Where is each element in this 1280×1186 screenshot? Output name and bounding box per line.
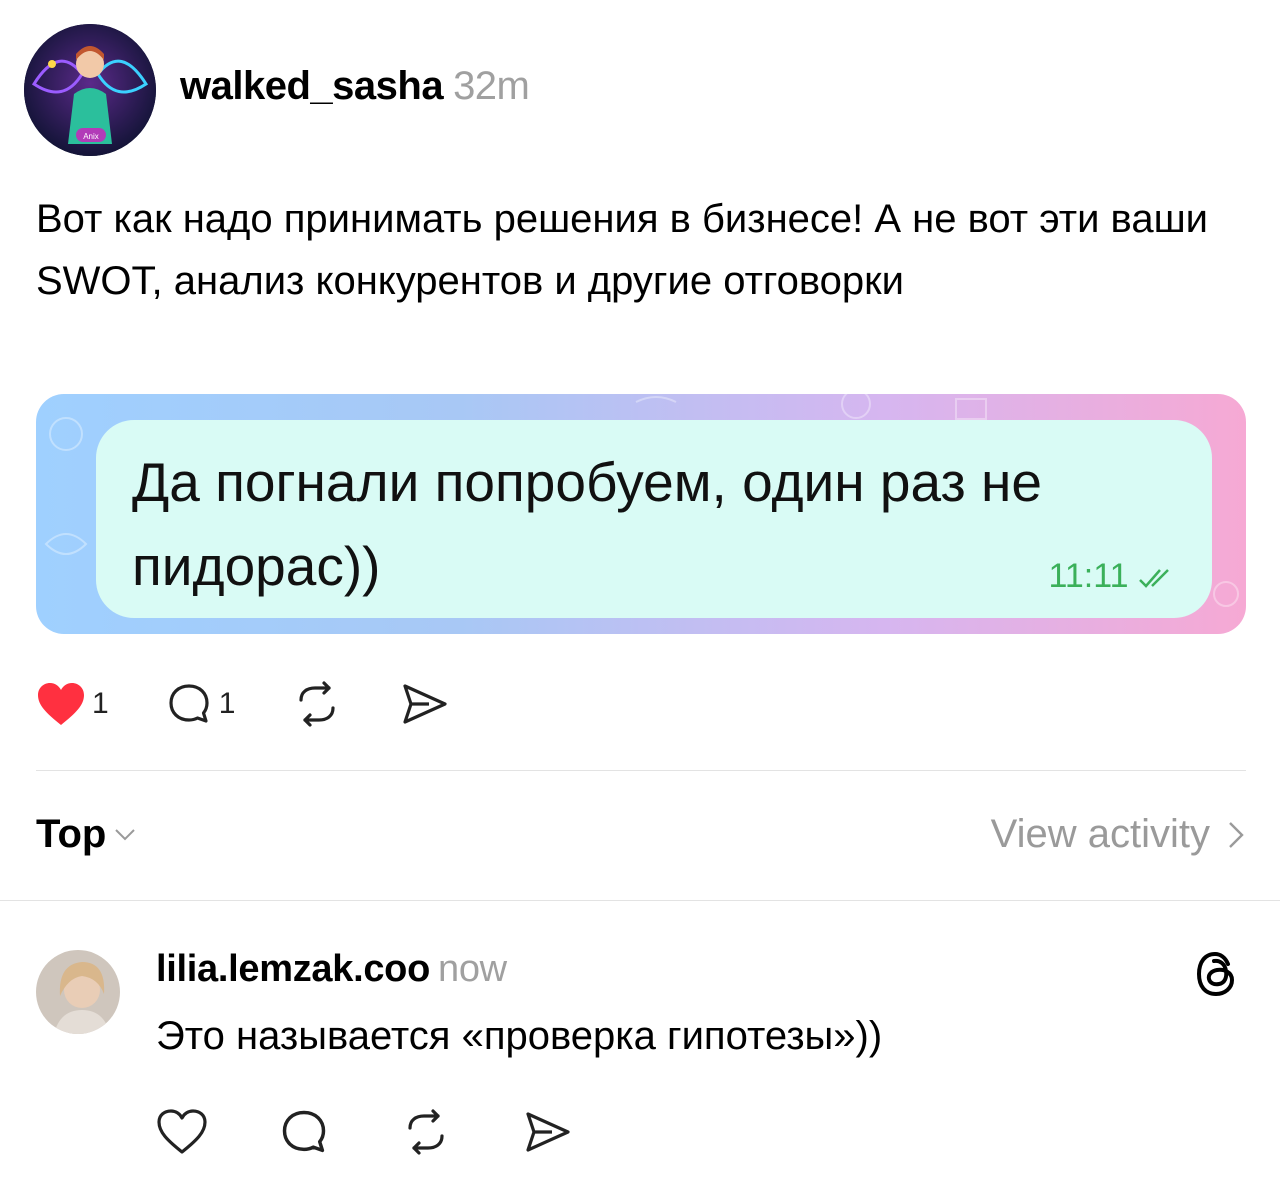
reply-like-button[interactable] <box>156 1108 208 1156</box>
telegram-message-text: Да погнали попробуем, один раз не пидора… <box>132 451 1042 597</box>
post-actions: 1 1 <box>36 676 505 732</box>
like-count: 1 <box>92 687 109 720</box>
threads-logo-icon[interactable] <box>1192 948 1240 1005</box>
reply-username-line: lilia.lemzak.coo now <box>156 948 507 991</box>
post-time: 32m <box>453 64 530 108</box>
view-activity-link[interactable]: View activity <box>991 812 1244 857</box>
chevron-down-icon <box>115 828 136 840</box>
reply-comment-button[interactable] <box>278 1106 330 1158</box>
share-icon <box>526 1112 570 1152</box>
sort-dropdown[interactable]: Top <box>36 812 136 857</box>
comment-icon <box>169 684 209 723</box>
double-check-icon <box>1139 569 1169 588</box>
chevron-right-icon <box>1229 821 1244 848</box>
comment-count: 1 <box>218 687 236 720</box>
repost-button[interactable] <box>291 680 343 728</box>
reply-share-button[interactable] <box>522 1108 572 1156</box>
view-activity-label: View activity <box>990 812 1210 856</box>
author-username[interactable]: walked_sasha <box>180 64 444 108</box>
telegram-time-text: 11:11 <box>1048 557 1129 595</box>
share-button[interactable] <box>399 680 449 728</box>
reply-repost-button[interactable] <box>400 1108 452 1156</box>
reply-text: Это называется «проверка гипотезы»)) <box>156 1014 883 1058</box>
divider <box>36 770 1246 771</box>
heart-icon <box>38 683 84 725</box>
post-image[interactable]: Да погнали попробуем, один раз не пидора… <box>36 394 1246 634</box>
heart-icon <box>157 1109 207 1154</box>
author-avatar[interactable]: Anix <box>24 24 156 156</box>
reply-avatar[interactable] <box>36 950 120 1034</box>
divider <box>0 900 1280 901</box>
reply-username[interactable]: lilia.lemzak.coo <box>156 948 430 990</box>
repost-icon <box>408 1109 444 1155</box>
telegram-message-bubble: Да погнали попробуем, один раз не пидора… <box>96 420 1212 618</box>
post-text: Вот как надо принимать решения в бизнесе… <box>36 197 1209 303</box>
comment-button[interactable]: 1 <box>165 680 236 728</box>
svg-text:Anix: Anix <box>83 132 99 141</box>
comment-icon <box>282 1110 326 1153</box>
telegram-message-time: 11:11 <box>1049 557 1177 596</box>
like-button[interactable]: 1 <box>36 681 109 727</box>
author-username-line: walked_sasha 32m <box>180 64 530 109</box>
reply-time: now <box>437 948 507 990</box>
sort-label: Top <box>36 812 107 856</box>
reply-actions <box>156 1104 642 1160</box>
share-icon <box>403 684 447 724</box>
repost-icon <box>299 681 335 727</box>
